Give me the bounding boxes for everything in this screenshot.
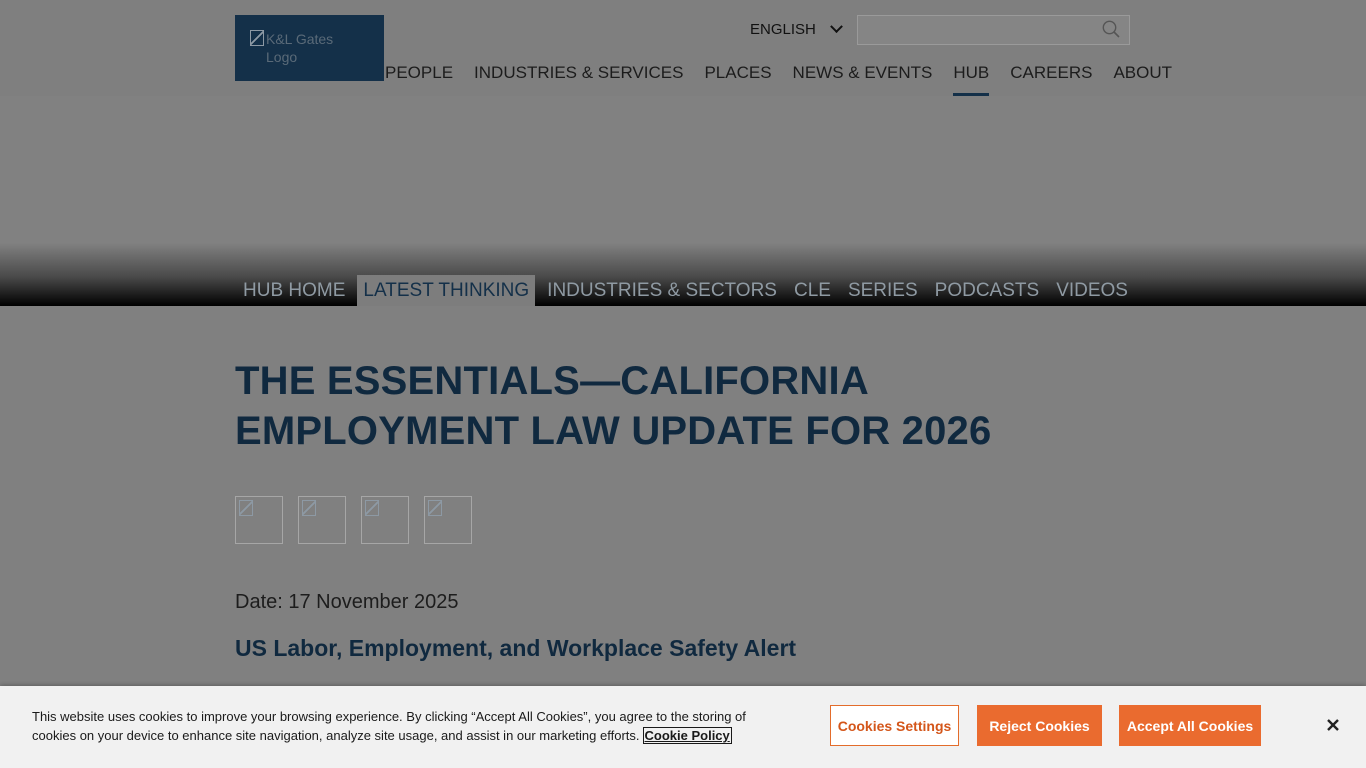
share-button-4[interactable] <box>424 496 472 544</box>
alert-type: US Labor, Employment, and Workplace Safe… <box>235 635 797 661</box>
language-select[interactable]: ENGLISH <box>750 19 843 38</box>
share-button-1[interactable] <box>235 496 283 544</box>
reject-cookies-button[interactable]: Reject Cookies <box>977 705 1102 746</box>
page: K&L Gates Logo ENGLISH PEOPLE INDUSTRIES… <box>0 0 1366 768</box>
logo-image: K&L Gates Logo <box>250 30 360 66</box>
nav-item-news-events[interactable]: NEWS & EVENTS <box>793 64 933 96</box>
accept-all-cookies-button[interactable]: Accept All Cookies <box>1119 705 1261 746</box>
hub-nav-cle[interactable]: CLE <box>786 275 839 306</box>
nav-item-industries-services[interactable]: INDUSTRIES & SERVICES <box>474 64 683 96</box>
broken-image-icon <box>428 500 442 516</box>
cookie-policy-link[interactable]: Cookie Policy <box>642 727 732 744</box>
hub-nav: HUB HOME LATEST THINKING INDUSTRIES & SE… <box>235 275 1137 306</box>
logo[interactable]: K&L Gates Logo <box>235 15 384 81</box>
chevron-down-icon <box>829 19 843 33</box>
nav-item-hub[interactable]: HUB <box>953 64 989 96</box>
broken-image-icon <box>302 500 316 516</box>
logo-alt-text: K&L Gates Logo <box>266 31 334 65</box>
search-input[interactable] <box>857 15 1130 45</box>
share-button-2[interactable] <box>298 496 346 544</box>
nav-item-people[interactable]: PEOPLE <box>385 64 453 96</box>
nav-item-careers[interactable]: CAREERS <box>1010 64 1092 96</box>
hub-nav-podcasts[interactable]: PODCASTS <box>927 275 1048 306</box>
nav-item-about[interactable]: ABOUT <box>1113 64 1172 96</box>
main-nav: PEOPLE INDUSTRIES & SERVICES PLACES NEWS… <box>385 64 1172 96</box>
hub-nav-industries-sectors[interactable]: INDUSTRIES & SECTORS <box>539 275 785 306</box>
article-title: THE ESSENTIALS—CALIFORNIA EMPLOYMENT LAW… <box>235 359 992 453</box>
broken-image-icon <box>250 30 264 46</box>
share-button-3[interactable] <box>361 496 409 544</box>
hub-nav-latest-thinking[interactable]: LATEST THINKING <box>357 275 536 306</box>
broken-image-icon <box>239 500 253 516</box>
hub-nav-hub-home[interactable]: HUB HOME <box>235 275 353 306</box>
site-header: K&L Gates Logo ENGLISH PEOPLE INDUSTRIES… <box>0 0 1366 96</box>
nav-item-places[interactable]: PLACES <box>704 64 771 96</box>
search-icon[interactable] <box>1102 20 1120 38</box>
hub-nav-videos[interactable]: VIDEOS <box>1048 275 1136 306</box>
article-date: Date: 17 November 2025 <box>235 591 459 613</box>
share-bar <box>235 496 472 544</box>
close-icon[interactable] <box>1325 717 1341 733</box>
language-label: ENGLISH <box>750 20 816 38</box>
broken-image-icon <box>365 500 379 516</box>
cookie-text: This website uses cookies to improve you… <box>32 707 792 745</box>
hub-nav-series[interactable]: SERIES <box>840 275 926 306</box>
cookie-message: This website uses cookies to improve you… <box>32 709 746 743</box>
cookies-settings-button[interactable]: Cookies Settings <box>830 705 959 746</box>
